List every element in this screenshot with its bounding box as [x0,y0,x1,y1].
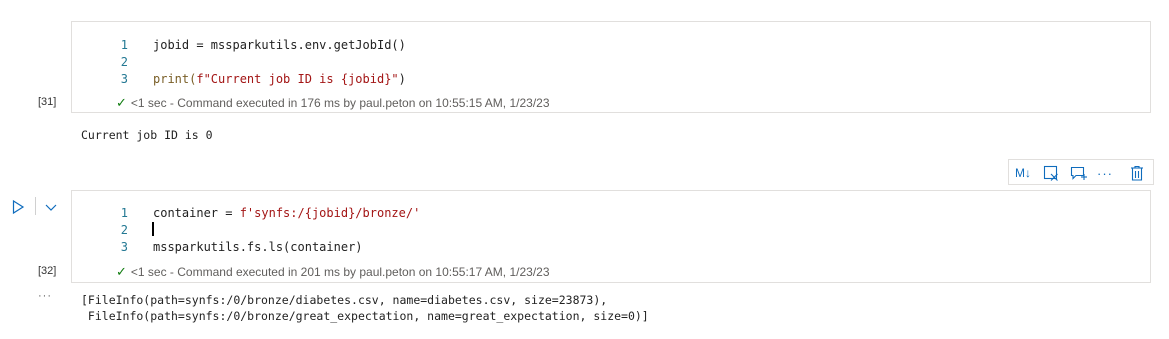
output-more-button[interactable]: ··· [38,290,52,302]
execution-count: [31] [38,96,57,108]
code-text[interactable]: print(f"Current job ID is {jobid}") [153,71,406,88]
code-line: 2 [72,54,1150,71]
execution-count: [32] [38,265,57,277]
line-number: 1 [120,206,128,220]
cell-output: [FileInfo(path=synfs:/0/bronze/diabetes.… [81,293,649,323]
cell-options-button[interactable] [43,199,59,215]
code-line: 1 container = f'synfs:/{jobid}/bronze/' [72,205,1150,222]
code-line: 1 jobid = mssparkutils.env.getJobId() [72,37,1150,54]
status-text: <1 sec - Command executed in 201 ms by p… [130,265,550,279]
code-string: f'synfs:/{jobid}/bronze/' [239,206,421,220]
line-number: 3 [120,72,128,86]
chevron-down-icon [45,204,57,211]
text-cursor [152,222,154,236]
more-options-button[interactable]: ··· [1095,163,1115,183]
line-number: 2 [120,223,128,237]
code-punct: ) [398,72,406,86]
code-text[interactable]: container = f'synfs:/{jobid}/bronze/' [153,205,420,222]
status-text: <1 sec - Command executed in 176 ms by p… [130,96,550,110]
code-var: container = [153,206,240,220]
code-text[interactable]: jobid = mssparkutils.env.getJobId() [153,37,406,54]
code-fn: print( [153,72,197,86]
code-line: 2 [72,222,1150,239]
cell-toolbar: M↓ ··· [1008,159,1154,185]
play-icon [12,199,25,215]
clear-output-icon [1043,165,1058,181]
delete-cell-button[interactable] [1127,163,1147,183]
line-number: 1 [120,38,128,52]
execution-status: ✓ <1 sec - Command executed in 201 ms by … [116,264,550,280]
line-number: 3 [120,240,128,254]
check-icon: ✓ [116,95,127,110]
code-string: f"Current job ID is {jobid}" [196,72,399,86]
check-icon: ✓ [116,264,127,279]
line-number: 2 [120,55,128,69]
clear-output-button[interactable] [1041,163,1061,183]
trash-icon [1131,165,1143,181]
cell-output: Current job ID is 0 [81,128,213,142]
markdown-toggle-button[interactable]: M↓ [1013,163,1033,183]
comment-icon [1070,166,1087,180]
code-line: 3 print(f"Current job ID is {jobid}") [72,71,1150,88]
run-cell-button[interactable] [10,199,26,215]
execution-status: ✓ <1 sec - Command executed in 176 ms by … [116,95,550,111]
code-line: 3 mssparkutils.fs.ls(container) [72,239,1150,256]
comment-button[interactable] [1068,163,1088,183]
divider [35,197,36,215]
code-text[interactable]: mssparkutils.fs.ls(container) [153,239,363,256]
